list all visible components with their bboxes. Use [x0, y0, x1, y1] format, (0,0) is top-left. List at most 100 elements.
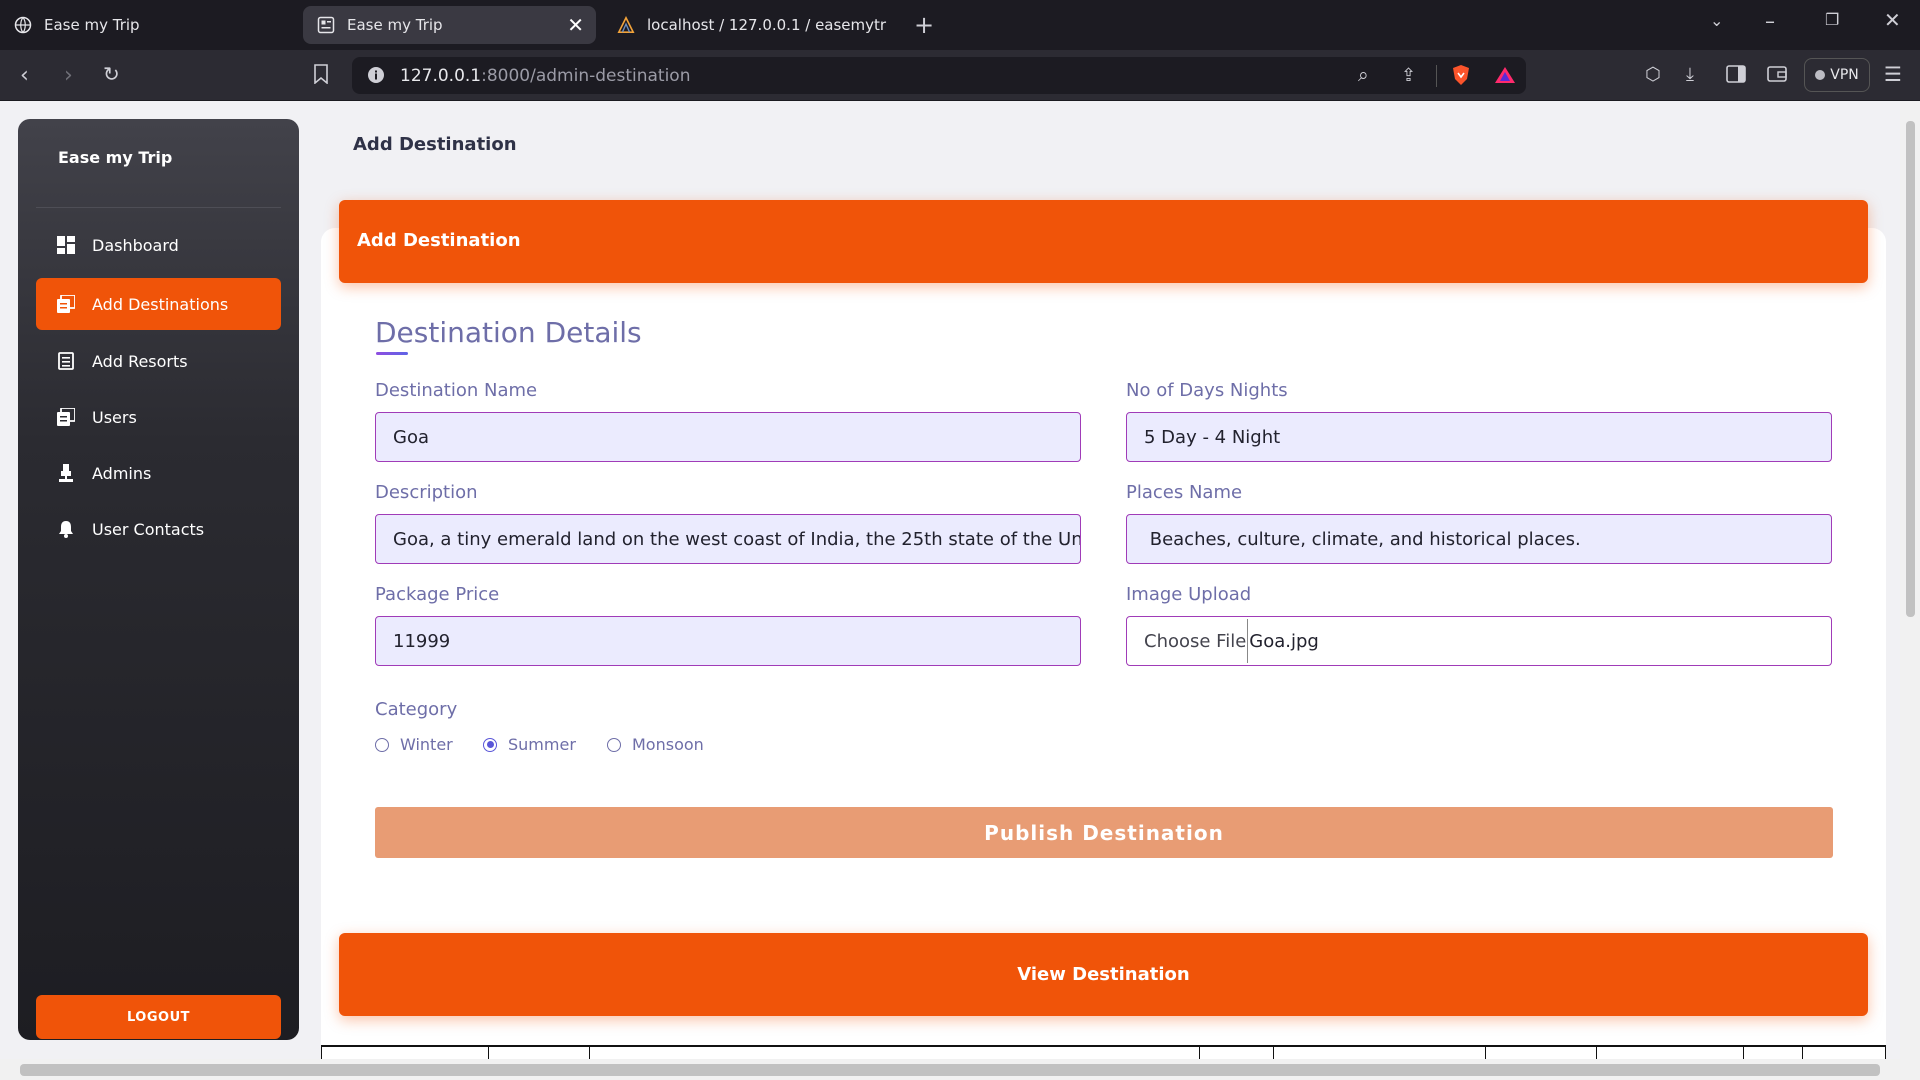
radio-winter[interactable]: Winter [375, 735, 453, 754]
table-border [488, 1047, 489, 1059]
browser-toolbar: ‹ › ↻ 127.0.0.1:8000/admin-destination ⌕… [0, 50, 1920, 101]
forward-icon[interactable]: › [64, 63, 73, 88]
vertical-scrollbar[interactable] [1900, 101, 1920, 1059]
sidebar-item-admins[interactable]: Admins [36, 447, 281, 499]
sidebar-toggle-icon[interactable] [1726, 64, 1746, 89]
scrollbar-thumb[interactable] [20, 1064, 1880, 1076]
wallet-icon[interactable] [1767, 64, 1787, 89]
sidebar-item-label: Dashboard [92, 235, 179, 255]
sidebar-item-users[interactable]: Users [36, 391, 281, 443]
sidebar-item-label: Admins [92, 463, 152, 483]
copy-icon [56, 407, 76, 427]
reload-icon[interactable]: ↻ [103, 62, 120, 86]
section-title: Destination Details [375, 316, 642, 349]
text-caret [1247, 619, 1249, 663]
tab-list-chevron-icon[interactable]: ⌄ [1710, 11, 1723, 30]
table-border [1802, 1047, 1803, 1059]
browser-tab-active[interactable]: Ease my Trip ✕ [303, 6, 596, 44]
person-icon [56, 463, 76, 483]
days-nights-input[interactable]: 5 Day - 4 Night [1126, 412, 1832, 462]
file-name: Goa.jpg [1249, 630, 1319, 652]
choose-file-button[interactable]: Choose File [1144, 631, 1246, 652]
table-border [1743, 1047, 1744, 1059]
minimize-button[interactable]: – [1765, 9, 1775, 33]
sidebar-item-label: Add Destinations [92, 294, 229, 314]
new-tab-button[interactable]: + [914, 11, 934, 39]
tab-title: localhost / 127.0.0.1 / easemytrip / b [647, 16, 887, 34]
zoom-icon[interactable]: ⌕ [1358, 64, 1369, 86]
radio-monsoon[interactable]: Monsoon [607, 735, 704, 754]
destination-name-input[interactable]: Goa [375, 412, 1081, 462]
table-border [1485, 1047, 1486, 1059]
back-icon[interactable]: ‹ [20, 63, 29, 88]
radio-label: Monsoon [632, 735, 704, 754]
url-path: :8000/admin-destination [481, 66, 691, 86]
brave-rewards-icon[interactable] [1494, 66, 1516, 88]
package-price-label: Package Price [375, 584, 500, 605]
close-icon[interactable]: ✕ [567, 13, 584, 37]
sidebar-item-dashboard[interactable]: Dashboard [36, 219, 281, 271]
url-text: 127.0.0.1:8000/admin-destination [400, 66, 690, 86]
radio-circle-icon[interactable] [375, 737, 389, 752]
vpn-status-icon [1815, 70, 1826, 80]
table-border [589, 1047, 590, 1059]
section-underline [376, 352, 408, 355]
description-input[interactable]: Goa, a tiny emerald land on the west coa… [375, 514, 1081, 564]
bell-icon [56, 519, 76, 539]
logout-button[interactable]: LOGOUT [36, 995, 281, 1039]
sidebar-item-label: Users [92, 407, 137, 427]
browser-tab-bar: Ease my Trip Ease my Trip ✕ localhost / … [0, 0, 1920, 50]
restore-button[interactable]: ❐ [1825, 10, 1839, 29]
image-upload-label: Image Upload [1126, 584, 1252, 605]
vpn-button[interactable]: VPN [1804, 58, 1870, 92]
scrollbar-thumb[interactable] [1906, 121, 1915, 617]
globe-icon [14, 16, 32, 34]
places-name-label: Places Name [1126, 482, 1243, 503]
radio-summer[interactable]: Summer [483, 735, 576, 754]
view-destination-header: View Destination [339, 933, 1868, 1016]
share-icon[interactable]: ⇪ [1401, 65, 1416, 86]
package-price-input[interactable]: 11999 [375, 616, 1081, 666]
page-content: Ease my Trip Dashboard Add Destinations … [0, 101, 1900, 1059]
close-window-button[interactable]: ✕ [1884, 8, 1901, 32]
copy-icon [56, 294, 76, 314]
table-border [1885, 1047, 1886, 1059]
card-header: Add Destination [339, 200, 1868, 283]
days-nights-label: No of Days Nights [1126, 380, 1288, 401]
publish-destination-button[interactable]: Publish Destination [375, 807, 1833, 858]
download-icon[interactable]: ⤓ [1686, 64, 1694, 85]
radio-circle-icon[interactable] [607, 737, 621, 752]
radio-selected-icon[interactable] [483, 737, 497, 752]
sidebar-item-user-contacts[interactable]: User Contacts [36, 503, 281, 555]
receipt-icon [56, 351, 76, 371]
page-icon [317, 16, 335, 34]
sidebar-item-add-resorts[interactable]: Add Resorts [36, 335, 281, 387]
sidebar: Ease my Trip Dashboard Add Destinations … [18, 119, 299, 1040]
table-border [1596, 1047, 1597, 1059]
image-upload-input[interactable]: Choose File Goa.jpg [1126, 616, 1832, 666]
vpn-label: VPN [1830, 67, 1859, 83]
destination-table [321, 1045, 1886, 1059]
card-header-title: Add Destination [357, 230, 521, 251]
table-border [321, 1047, 322, 1059]
divider [1436, 65, 1437, 87]
radio-label: Winter [400, 735, 453, 754]
address-bar[interactable]: 127.0.0.1:8000/admin-destination ⌕ ⇪ [352, 57, 1526, 94]
sidebar-item-label: User Contacts [92, 519, 205, 539]
destination-name-label: Destination Name [375, 380, 538, 401]
menu-icon[interactable]: ☰ [1884, 62, 1902, 86]
dashboard-icon [56, 235, 76, 255]
extensions-icon[interactable]: ⬡ [1645, 64, 1661, 85]
site-info-icon[interactable] [367, 66, 385, 88]
sidebar-item-add-destinations[interactable]: Add Destinations [36, 278, 281, 330]
brave-shields-icon[interactable] [1451, 64, 1471, 90]
category-label: Category [375, 699, 458, 720]
sidebar-item-label: Add Resorts [92, 351, 188, 371]
places-name-input[interactable]: Beaches, culture, climate, and historica… [1126, 514, 1832, 564]
horizontal-scrollbar[interactable] [0, 1059, 1920, 1080]
browser-tab[interactable]: localhost / 127.0.0.1 / easemytrip / b [603, 6, 903, 44]
bookmark-icon[interactable] [313, 64, 329, 89]
tab-title: Ease my Trip [44, 16, 140, 34]
table-border [1273, 1047, 1274, 1059]
browser-tab[interactable]: Ease my Trip [0, 6, 296, 44]
